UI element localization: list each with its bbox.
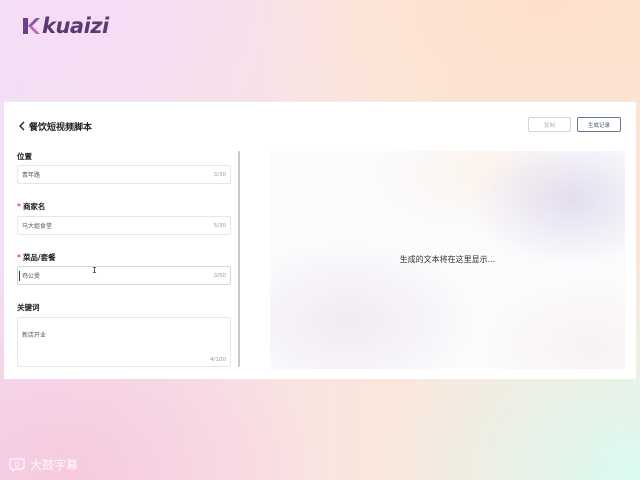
location-input[interactable]: 青年路 3/30 xyxy=(17,165,231,184)
required-mark: * xyxy=(17,202,21,211)
brand-logo-text: kuaizi xyxy=(42,14,109,38)
dish-char-count: 3/50 xyxy=(213,272,226,279)
location-char-count: 3/30 xyxy=(213,171,226,178)
kuaizi-logo-icon xyxy=(23,18,40,34)
merchant-label: * 商家名 xyxy=(17,202,46,211)
dish-input[interactable]: 鸡公煲 3/50 xyxy=(17,266,231,285)
page-title: 餐饮短视频脚本 xyxy=(18,119,92,133)
text-caret xyxy=(19,271,20,281)
required-mark: * xyxy=(17,253,21,262)
watermark-logo-icon: D xyxy=(9,457,25,472)
watermark: D 大鼓字幕 xyxy=(8,456,78,473)
location-label: 位置 xyxy=(17,152,32,161)
back-arrow-icon[interactable] xyxy=(18,120,28,132)
output-placeholder: 生成的文本将在这里显示... xyxy=(399,255,496,264)
watermark-text: 大鼓字幕 xyxy=(30,458,79,472)
location-value: 青年路 xyxy=(22,172,41,179)
keywords-textarea[interactable]: 新店开业 4/100 xyxy=(17,317,231,367)
brand-logo[interactable]: kuaizi xyxy=(22,14,109,38)
history-button[interactable]: 生成记录 xyxy=(577,117,621,132)
page-title-text: 餐饮短视频脚本 xyxy=(29,122,93,133)
merchant-value: 马大姐食堂 xyxy=(22,223,53,230)
keywords-label: 关键词 xyxy=(17,303,40,312)
keywords-value: 新店开业 xyxy=(22,332,47,339)
keywords-char-count: 4/100 xyxy=(210,357,226,363)
dish-label: * 菜品/套餐 xyxy=(17,253,56,262)
merchant-input[interactable]: 马大姐食堂 5/30 xyxy=(17,216,231,235)
dish-value: 鸡公煲 xyxy=(22,273,41,280)
main-card: 餐饮短视频脚本 复制 生成记录 位置 青年路 3/30 * 商家名 马大姐食堂 5… xyxy=(4,101,636,379)
mouse-ibeam-cursor: I xyxy=(92,266,97,275)
output-panel: 生成的文本将在这里显示... xyxy=(270,151,625,369)
copy-button[interactable]: 复制 xyxy=(528,117,571,132)
svg-text:D: D xyxy=(14,461,19,469)
merchant-char-count: 5/30 xyxy=(213,222,226,229)
input-form: 位置 青年路 3/30 * 商家名 马大姐食堂 5/30 * 菜品/套餐 鸡公煲 3… xyxy=(17,147,239,369)
form-scrollbar[interactable] xyxy=(238,151,240,367)
